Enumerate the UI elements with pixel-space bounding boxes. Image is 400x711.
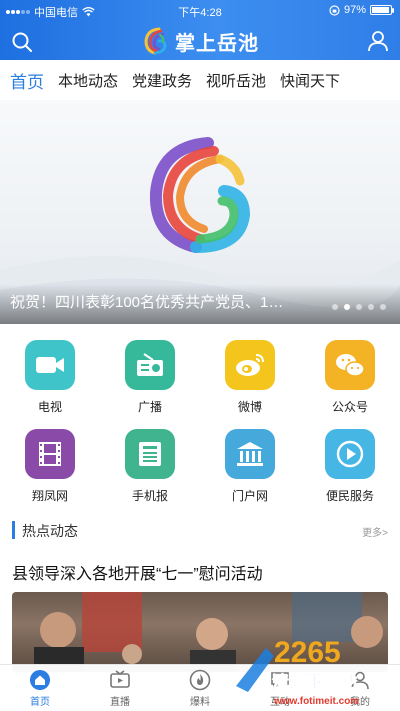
user-icon[interactable] xyxy=(366,29,390,53)
tv-camera-icon xyxy=(25,340,75,390)
more-link[interactable]: 更多> xyxy=(362,524,388,539)
app-brand: 掌上岳池 xyxy=(0,26,400,56)
grid-item-wechat[interactable]: 公众号 xyxy=(300,340,400,421)
rotation-lock-icon xyxy=(329,4,340,16)
fire-icon xyxy=(189,669,211,691)
pager-dot[interactable] xyxy=(344,304,350,310)
hot-news-section: 热点动态 更多> xyxy=(0,514,400,546)
pager-dot[interactable] xyxy=(368,304,374,310)
grid-label: 广播 xyxy=(137,400,162,414)
film-icon xyxy=(25,429,75,479)
pager-dot[interactable] xyxy=(380,304,386,310)
grid-label: 翔凤网 xyxy=(31,489,68,503)
watermark-number: 2265 xyxy=(274,636,341,669)
grid-item-portal[interactable]: 门户网 xyxy=(200,429,300,510)
nav-label: 直播 xyxy=(110,697,130,708)
logo-icon xyxy=(144,27,167,55)
grid-label: 公众号 xyxy=(331,400,368,414)
grid-label: 手机报 xyxy=(131,489,168,503)
tab-party-affairs[interactable]: 党建政务 xyxy=(132,70,192,91)
watermark-url: www.fotimeit.com xyxy=(273,696,359,707)
grid-item-xiangfeng[interactable]: 翔凤网 xyxy=(0,429,100,510)
grid-item-weibo[interactable]: 微博 xyxy=(200,340,300,421)
grid-label: 门户网 xyxy=(231,489,268,503)
banner-caption[interactable]: 祝贺！四川表彰100名优秀共产党员、1… xyxy=(10,291,310,312)
radio-icon xyxy=(125,340,175,390)
building-icon xyxy=(225,429,275,479)
grid-item-mobile-paper[interactable]: 手机报 xyxy=(100,429,200,510)
grid-item-tv[interactable]: 电视 xyxy=(0,340,100,421)
play-icon xyxy=(325,429,375,479)
hot-news-title: 热点动态 xyxy=(22,523,78,539)
nav-home[interactable]: 首页 xyxy=(0,665,80,711)
grid-label: 电视 xyxy=(37,400,62,414)
banner-pager xyxy=(332,304,386,310)
download-site-watermark: 2265 清源下载站 www.fotimeit.com xyxy=(226,626,396,711)
tab-home[interactable]: 首页 xyxy=(10,68,44,93)
news-headline[interactable]: 县领导深入各地开展“七一”慰问活动 xyxy=(12,560,392,584)
wechat-icon xyxy=(325,340,375,390)
pager-dot[interactable] xyxy=(332,304,338,310)
app-title: 掌上岳池 xyxy=(175,32,259,55)
tab-world-news[interactable]: 快闻天下 xyxy=(280,70,340,91)
battery-icon xyxy=(370,5,394,15)
newspaper-icon xyxy=(125,429,175,479)
home-icon xyxy=(30,670,50,690)
banner-carousel[interactable]: 祝贺！四川表彰100名优秀共产党员、1… xyxy=(0,100,400,324)
weibo-icon xyxy=(225,340,275,390)
tab-audio-video[interactable]: 视听岳池 xyxy=(206,70,266,91)
tab-local-news[interactable]: 本地动态 xyxy=(58,70,118,91)
nav-label: 首页 xyxy=(30,697,50,708)
nav-live[interactable]: 直播 xyxy=(80,665,160,711)
section-marker xyxy=(12,521,15,539)
app-header: 掌上岳池 xyxy=(0,22,400,60)
pager-dot[interactable] xyxy=(356,304,362,310)
app-screen: 中国电信 下午4:28 97% 掌上岳池 首页 本地动态 党建政务 视听岳池 快… xyxy=(0,0,400,711)
channel-tabs: 首页 本地动态 党建政务 视听岳池 快闻天下 xyxy=(0,60,400,100)
tv-icon xyxy=(110,670,130,688)
watermark-site-name: 清源下载站 xyxy=(272,672,357,693)
grid-item-radio[interactable]: 广播 xyxy=(100,340,200,421)
service-grid: 电视 广播 微博 公众号 翔凤网 手机报 门户网 便民服务 xyxy=(0,330,400,510)
status-bar: 中国电信 下午4:28 97% xyxy=(0,0,400,20)
top-bar: 中国电信 下午4:28 97% 掌上岳池 xyxy=(0,0,400,60)
grid-label: 便民服务 xyxy=(325,489,374,503)
watermark-logo: 2265 清源下载站 www.fotimeit.com xyxy=(236,636,359,707)
grid-label: 微博 xyxy=(237,400,262,414)
nav-label: 爆料 xyxy=(190,697,210,708)
grid-item-services[interactable]: 便民服务 xyxy=(300,429,400,510)
battery-percent: 97% xyxy=(343,4,366,16)
